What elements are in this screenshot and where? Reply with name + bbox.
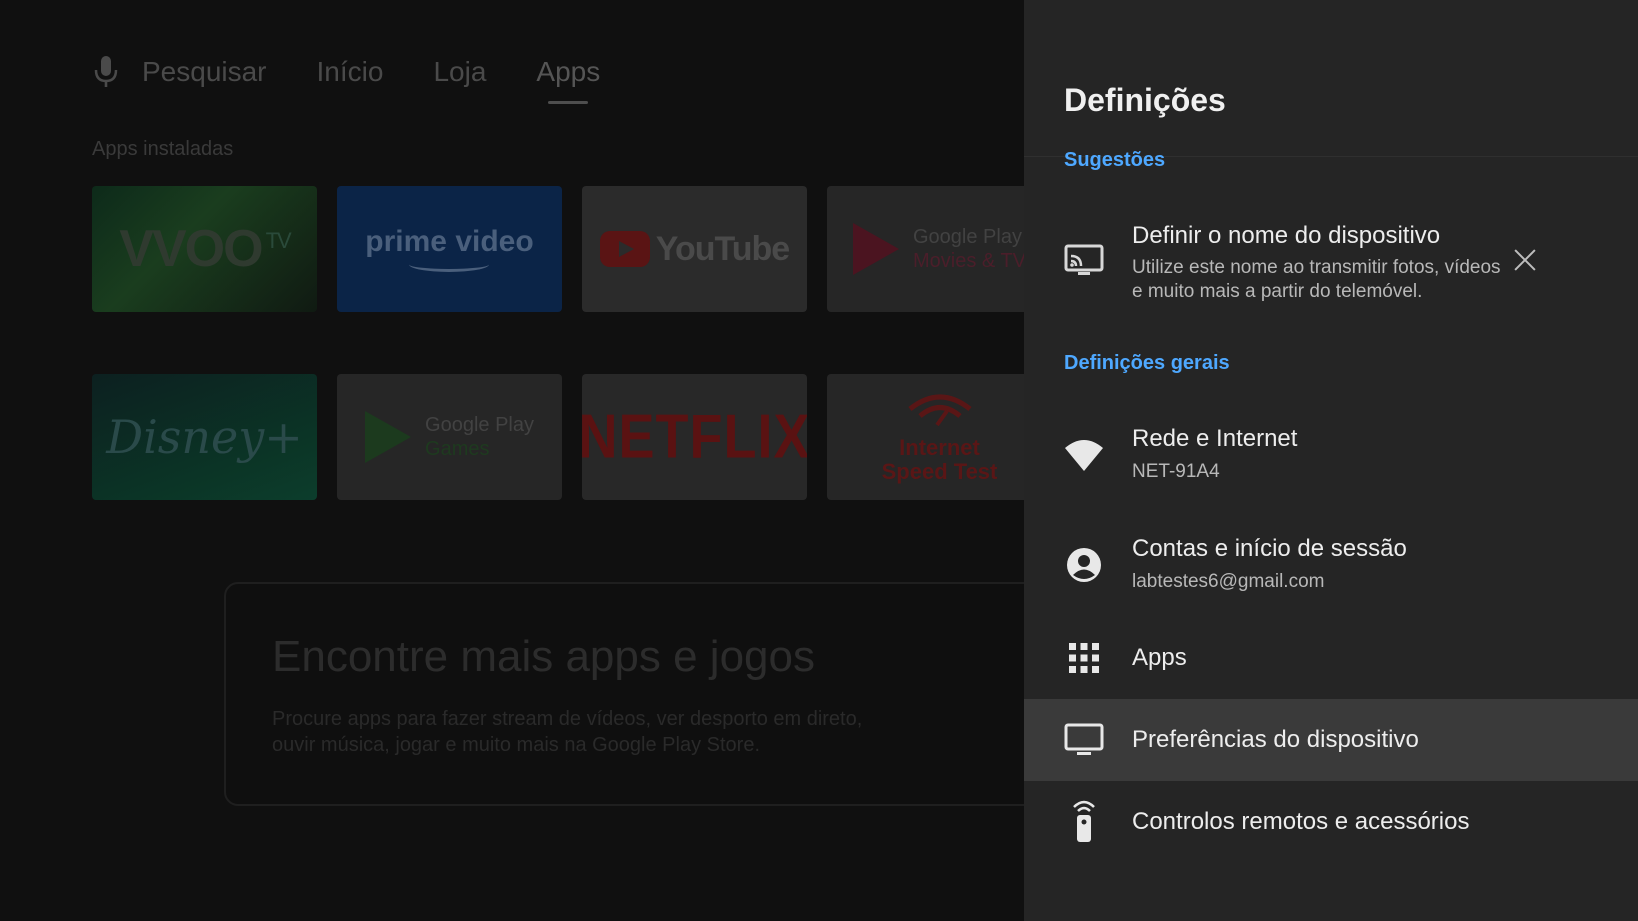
google-play-games-icon xyxy=(365,411,412,463)
gp-movies-line1: Google Play xyxy=(913,226,1022,248)
nav-search[interactable]: Pesquisar xyxy=(142,52,267,92)
promo-description: Procure apps para fazer stream de vídeos… xyxy=(272,708,863,756)
settings-item-label: Rede e Internet xyxy=(1132,425,1298,452)
suggestion-title: Definir o nome do dispositivo xyxy=(1132,222,1441,249)
monitor-icon xyxy=(1064,720,1104,760)
app-tile-speed-test[interactable]: Internet Speed Test xyxy=(827,374,1024,500)
settings-item-accounts[interactable]: Contas e início de sessão labtestes6@gma… xyxy=(1024,515,1638,615)
settings-panel: Definições Sugestões Definir o nome do d… xyxy=(1024,0,1638,921)
speed-test-line1: Internet xyxy=(899,434,980,460)
youtube-play-icon xyxy=(599,231,650,267)
settings-item-remotes[interactable]: Controlos remotos e acessórios xyxy=(1024,781,1638,863)
nav-apps[interactable]: Apps xyxy=(536,52,600,104)
settings-item-sublabel: labtestes6@gmail.com xyxy=(1132,571,1325,592)
account-icon xyxy=(1064,545,1104,585)
installed-apps-label: Apps instaladas xyxy=(92,138,234,160)
settings-item-device-preferences[interactable]: Preferências do dispositivo xyxy=(1024,699,1638,781)
netflix-logo: NETFLIX xyxy=(582,402,807,472)
suggestions-header: Sugestões xyxy=(1064,149,1166,171)
settings-item-network[interactable]: Rede e Internet NET-91A4 xyxy=(1024,405,1638,505)
speed-test-logo: Internet Speed Test xyxy=(881,391,998,484)
suggestion-device-name[interactable]: Definir o nome do dispositivo Utilize es… xyxy=(1024,200,1638,320)
wifi-icon xyxy=(1064,435,1104,475)
gp-movies-line2: Movies & TV xyxy=(913,250,1024,272)
launcher-background: Pesquisar Início Loja Apps Apps instalad… xyxy=(0,0,1024,921)
app-tile-netflix[interactable]: NETFLIX xyxy=(582,374,807,500)
voo-logo: VVOO TV xyxy=(119,219,292,279)
apps-grid-icon xyxy=(1064,638,1104,678)
youtube-logo-text: YouTube xyxy=(655,229,790,268)
cast-icon xyxy=(1064,240,1104,280)
nav-home[interactable]: Início xyxy=(317,52,384,92)
gp-games-line2: Games xyxy=(425,438,490,460)
close-icon[interactable] xyxy=(1510,245,1540,275)
apps-grid: VVOO TV prime video YouTube Google Play M… xyxy=(92,186,1024,500)
speed-test-line2: Speed Test xyxy=(881,458,998,484)
app-tile-voo-tv[interactable]: VVOO TV xyxy=(92,186,317,312)
settings-item-label: Contas e início de sessão xyxy=(1132,535,1407,562)
disney-plus-logo: Disney+ xyxy=(106,410,303,464)
promo-title: Encontre mais apps e jogos xyxy=(272,632,815,681)
prime-video-logo: prime video xyxy=(365,224,534,272)
settings-item-label: Controlos remotos e acessórios xyxy=(1132,808,1470,835)
youtube-logo: YouTube xyxy=(599,229,790,269)
prime-smile-icon xyxy=(409,257,490,272)
speed-test-wifi-icon xyxy=(907,394,972,426)
settings-item-label: Apps xyxy=(1132,644,1187,671)
settings-item-sublabel: NET-91A4 xyxy=(1132,461,1220,482)
settings-item-label: Preferências do dispositivo xyxy=(1132,726,1419,753)
settings-item-apps[interactable]: Apps xyxy=(1024,617,1638,699)
find-more-apps-card[interactable]: Encontre mais apps e jogos Procure apps … xyxy=(224,582,1024,806)
settings-header: Definições xyxy=(1024,0,1638,157)
settings-title: Definições xyxy=(1064,82,1226,118)
suggestion-description: Utilize este nome ao transmitir fotos, v… xyxy=(1132,257,1501,302)
app-tile-youtube[interactable]: YouTube xyxy=(582,186,807,312)
app-tile-prime-video[interactable]: prime video xyxy=(337,186,562,312)
google-play-movies-icon xyxy=(853,223,899,275)
google-play-games-logo: Google Play Games xyxy=(365,411,534,463)
app-tile-google-play-movies[interactable]: Google Play Movies & TV xyxy=(827,186,1024,312)
remote-icon xyxy=(1064,799,1104,843)
voo-logo-text: VVOO xyxy=(119,220,263,278)
general-settings-header: Definições gerais xyxy=(1064,352,1230,374)
gp-games-line1: Google Play xyxy=(425,414,534,436)
prime-video-logo-text: prime video xyxy=(365,224,534,258)
app-tile-disney-plus[interactable]: Disney+ xyxy=(92,374,317,500)
app-tile-google-play-games[interactable]: Google Play Games xyxy=(337,374,562,500)
nav-store[interactable]: Loja xyxy=(433,52,486,92)
voo-logo-tv: TV xyxy=(265,227,292,253)
top-navigation: Pesquisar Início Loja Apps xyxy=(92,52,650,104)
microphone-icon[interactable] xyxy=(92,54,120,90)
google-play-movies-logo: Google Play Movies & TV xyxy=(853,223,1024,275)
